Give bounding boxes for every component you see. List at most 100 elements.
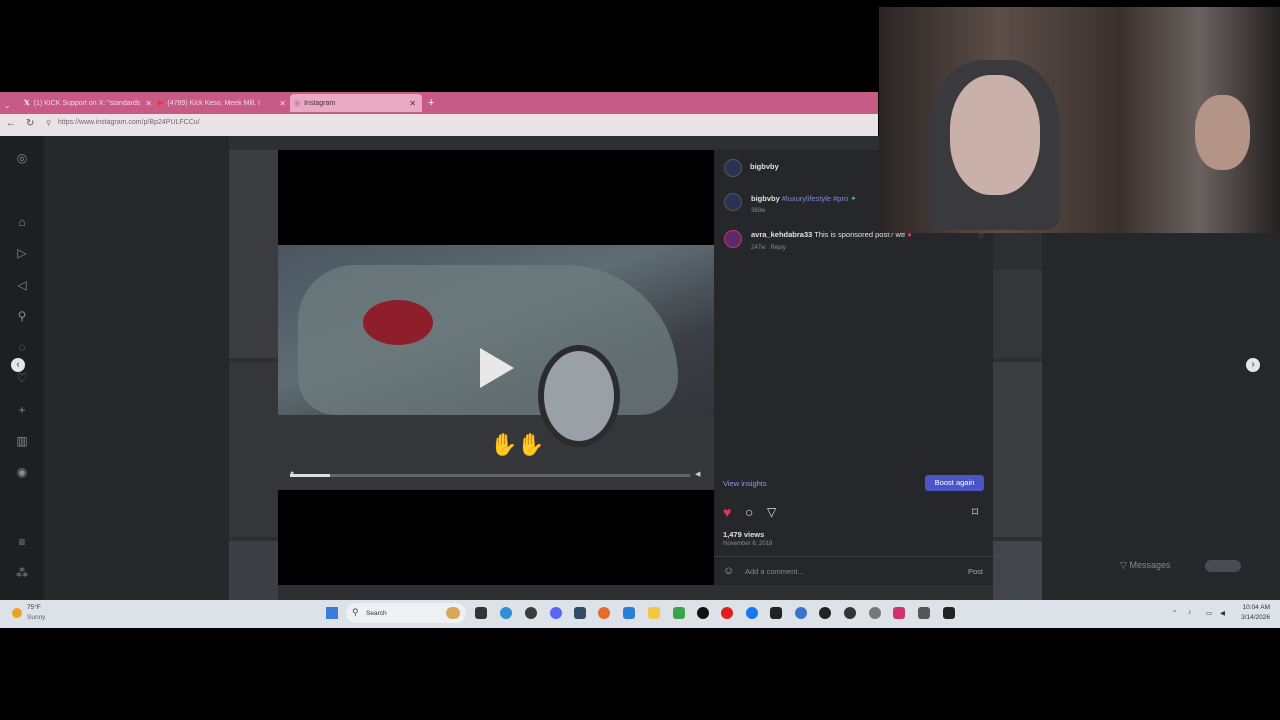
share-icon[interactable]: ▽ <box>767 505 776 519</box>
obs-icon[interactable] <box>844 607 856 619</box>
app-icon[interactable] <box>574 607 586 619</box>
comment-icon[interactable]: ○ <box>745 504 753 520</box>
grid-thumbnail <box>229 150 278 358</box>
close-icon[interactable]: ✕ <box>145 99 152 108</box>
instagram-icon: ◎ <box>294 100 301 107</box>
messenger-icon[interactable] <box>746 607 758 619</box>
messages-bar[interactable]: ▽ Messages <box>1120 560 1170 571</box>
weather-sun-icon[interactable] <box>12 608 22 618</box>
car-wheel <box>538 345 620 447</box>
menu-icon[interactable]: ≡ <box>14 534 30 550</box>
start-windows-icon[interactable] <box>326 607 338 619</box>
car-image <box>298 265 678 415</box>
comment-meta: 247w Reply <box>751 245 786 251</box>
clock-date[interactable]: 3/14/2026 <box>1238 614 1270 621</box>
clock-time[interactable]: 10:04 AM <box>1238 604 1270 611</box>
opera-icon[interactable] <box>721 607 733 619</box>
boost-again-button[interactable]: Boost again <box>925 475 984 491</box>
comment-username[interactable]: avra_kehdabra33 <box>751 230 812 239</box>
tray-chevron-icon[interactable]: ⌃ <box>1172 609 1177 617</box>
volume-icon[interactable]: ◀ <box>1220 609 1225 617</box>
dollar-emoji-icon: ✦ <box>850 194 857 203</box>
xbox-icon[interactable] <box>673 607 685 619</box>
tiktok-studio-icon[interactable] <box>893 607 905 619</box>
instagram-logo-icon[interactable]: ◎ <box>14 150 30 166</box>
firefox-icon[interactable] <box>598 607 610 619</box>
caption-hashtags[interactable]: #luxurylifestyle #pro <box>782 194 848 203</box>
file-explorer-icon[interactable] <box>648 607 660 619</box>
network-icon[interactable]: ▭ <box>1206 609 1212 617</box>
reload-icon[interactable]: ↻ <box>26 118 34 129</box>
emoji-picker-icon[interactable]: ☺ <box>723 565 734 577</box>
mute-icon[interactable]: ◀ <box>695 470 700 478</box>
windows-taskbar <box>0 600 1280 628</box>
dashboard-icon[interactable]: ▥ <box>14 433 30 449</box>
capcut-icon[interactable] <box>770 607 782 619</box>
chrome-icon[interactable] <box>525 607 537 619</box>
close-icon[interactable]: ✕ <box>279 99 286 108</box>
divider <box>714 556 993 557</box>
app-icon[interactable] <box>795 607 807 619</box>
create-icon[interactable]: + <box>14 402 30 418</box>
profile-icon[interactable]: ◉ <box>14 464 30 480</box>
url-field[interactable]: https://www.instagram.com/p/Bp24PULFCCu/ <box>58 119 200 126</box>
caption-age: 383w <box>751 208 766 214</box>
webcam-person-face <box>950 75 1040 195</box>
task-view-icon[interactable] <box>475 607 487 619</box>
play-icon[interactable] <box>480 348 514 388</box>
avatar[interactable] <box>724 230 742 248</box>
search-icon[interactable]: ⚲ <box>14 308 30 324</box>
direct-icon[interactable]: ◁ <box>14 277 30 293</box>
reels-icon[interactable]: ▷ <box>14 245 30 261</box>
app-icon[interactable] <box>918 607 930 619</box>
app-icon[interactable] <box>819 607 831 619</box>
reply-link[interactable]: Reply <box>770 245 785 251</box>
grid-thumbnail <box>229 541 278 600</box>
home-icon[interactable]: ⌂ <box>14 214 30 230</box>
comment-like-icon[interactable]: ♡ <box>978 232 984 240</box>
photos-icon[interactable] <box>623 607 635 619</box>
capcut-icon[interactable] <box>943 607 955 619</box>
caption-username[interactable]: bigbvby <box>751 194 780 203</box>
new-tab-button[interactable]: + <box>428 94 442 112</box>
bookmark-icon[interactable]: ⌑ <box>972 505 978 519</box>
microphone-icon[interactable]: ♪ <box>1188 609 1191 616</box>
edge-icon[interactable] <box>500 607 512 619</box>
grid-thumbnail <box>229 362 278 537</box>
post-comment-button[interactable]: Post <box>968 567 983 576</box>
more-apps-icon[interactable]: ⁂ <box>14 565 30 581</box>
next-post-button[interactable]: › <box>1246 358 1260 372</box>
add-comment-input[interactable]: Add a comment... <box>745 567 804 576</box>
tab-x[interactable]: 𝕏 (1) KICK Support on X: "standards ✕ <box>24 94 152 112</box>
x-logo-icon: 𝕏 <box>24 100 30 107</box>
search-highlight-icon <box>446 607 460 619</box>
video-progress-bar[interactable] <box>290 474 690 477</box>
tab-list-chevron-icon[interactable]: ⌄ <box>4 96 18 114</box>
close-icon[interactable]: ✕ <box>409 99 416 108</box>
caption: bigbvby #luxurylifestyle #pro ✦ <box>751 194 857 203</box>
settings-gear-icon[interactable] <box>869 607 881 619</box>
site-info-icon[interactable]: ⚲ <box>46 119 51 127</box>
back-arrow-icon[interactable]: ← <box>6 118 16 129</box>
explore-icon[interactable]: ◌ <box>14 339 30 355</box>
youtube-icon: ▶ <box>158 100 164 107</box>
grid-thumbnail <box>993 362 1042 537</box>
hands-sticker-icon: ✋✋ <box>490 432 545 457</box>
weather-condition[interactable]: Sunny <box>27 614 45 621</box>
tiktok-icon[interactable] <box>697 607 709 619</box>
tab-youtube[interactable]: ▶ (4789) Kick Keso, Meek Mill, I ✕ <box>158 94 286 112</box>
avatar[interactable] <box>724 193 742 211</box>
grid-thumbnail <box>993 541 1042 600</box>
message-avatars[interactable] <box>1205 560 1241 572</box>
like-heart-icon[interactable]: ♥ <box>723 504 731 520</box>
tab-instagram[interactable]: ◎ Instagram ✕ <box>290 94 422 112</box>
discord-icon[interactable] <box>550 607 562 619</box>
weather-temp[interactable]: 75°F <box>27 604 41 611</box>
post-author-username[interactable]: bigbvby <box>750 162 779 171</box>
notifications-icon[interactable]: ♡ <box>14 370 30 386</box>
view-insights-link[interactable]: View insights <box>723 479 767 488</box>
tagged-user-icon[interactable]: ● <box>290 470 294 477</box>
avatar[interactable] <box>724 159 742 177</box>
previous-post-button[interactable]: ‹ <box>11 358 25 372</box>
views-count: 1,479 views <box>723 530 765 539</box>
